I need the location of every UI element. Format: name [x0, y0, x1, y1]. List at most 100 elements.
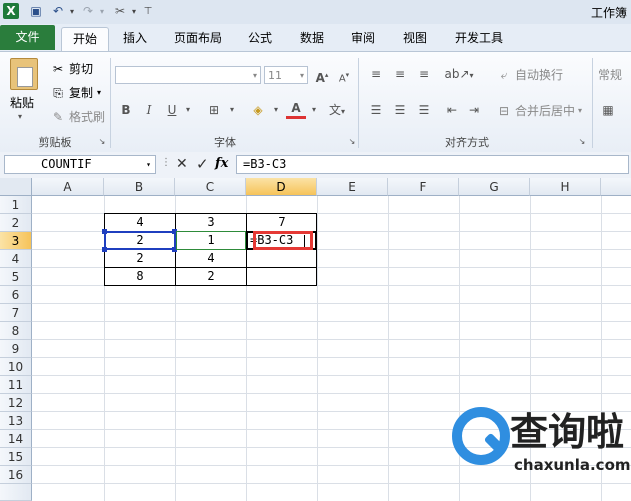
- tab-file[interactable]: 文件: [0, 25, 55, 50]
- window-title: 工作簿: [590, 6, 627, 20]
- row-header-11[interactable]: 11: [0, 376, 32, 394]
- tab-page-layout[interactable]: 页面布局: [168, 27, 228, 50]
- format-painter-button[interactable]: ✎ 格式刷: [50, 108, 105, 125]
- tab-data[interactable]: 数据: [292, 27, 332, 50]
- cell-c5[interactable]: 2: [176, 268, 246, 285]
- row-header-7[interactable]: 7: [0, 304, 32, 322]
- gridline: [32, 339, 631, 340]
- font-color-button[interactable]: A: [286, 100, 306, 119]
- tab-view[interactable]: 视图: [395, 27, 435, 50]
- group-separator: [358, 58, 359, 148]
- column-header-h[interactable]: H: [530, 178, 601, 196]
- borders-dropdown-icon[interactable]: ▾: [222, 100, 242, 120]
- row-header-12[interactable]: 12: [0, 394, 32, 412]
- align-left-icon[interactable]: ☰: [366, 100, 386, 120]
- row-header-4[interactable]: 4: [0, 250, 32, 268]
- column-header-e[interactable]: E: [317, 178, 388, 196]
- number-format-combo[interactable]: 常规: [598, 66, 622, 83]
- copy-button[interactable]: ⎘ 复制 ▾: [50, 84, 101, 101]
- tab-developer[interactable]: 开发工具: [448, 27, 510, 50]
- row-header-3[interactable]: 3: [0, 232, 32, 250]
- cell-c2[interactable]: 3: [176, 214, 246, 231]
- align-middle-icon[interactable]: ≡: [390, 64, 410, 84]
- cut-button[interactable]: ✂ 剪切: [50, 60, 93, 77]
- row-header-1[interactable]: 1: [0, 196, 32, 214]
- phonetic-button[interactable]: 文▾: [324, 100, 350, 120]
- align-bottom-icon[interactable]: ≡: [414, 64, 434, 84]
- insert-function-icon[interactable]: fx: [215, 156, 228, 171]
- bold-button[interactable]: B: [116, 100, 136, 120]
- font-size-combo[interactable]: 11 ▾: [264, 66, 308, 84]
- wrap-text-button[interactable]: ⤶ 自动换行: [496, 66, 563, 83]
- shrink-font-button[interactable]: A▾: [334, 65, 354, 85]
- column-header-d[interactable]: D: [246, 178, 317, 196]
- align-right-icon[interactable]: ☰: [414, 100, 434, 120]
- row-header-16[interactable]: 16: [0, 466, 32, 484]
- grow-font-button[interactable]: A▴: [312, 65, 332, 85]
- row-header-13[interactable]: 13: [0, 412, 32, 430]
- copy-dropdown-icon[interactable]: ▾: [97, 88, 101, 97]
- column-header-f[interactable]: F: [388, 178, 459, 196]
- tab-insert[interactable]: 插入: [113, 27, 157, 50]
- column-header-b[interactable]: B: [104, 178, 175, 196]
- underline-dropdown-icon[interactable]: ▾: [178, 100, 198, 120]
- cancel-icon[interactable]: ✕: [176, 156, 188, 172]
- align-center-icon[interactable]: ☰: [390, 100, 410, 120]
- cell-b2[interactable]: 4: [105, 214, 175, 231]
- redo-dropdown-icon[interactable]: ▾: [94, 3, 110, 19]
- resize-handle-icon[interactable]: ⋮: [161, 157, 171, 172]
- row-header-14[interactable]: 14: [0, 430, 32, 448]
- tab-review[interactable]: 审阅: [343, 27, 383, 50]
- paste-dropdown-icon[interactable]: ▾: [18, 112, 22, 121]
- group-separator: [592, 58, 593, 148]
- cell-b3[interactable]: 2: [105, 232, 175, 249]
- gridline: [32, 483, 631, 484]
- font-launcher-icon[interactable]: ↘: [342, 132, 362, 152]
- row-header-17[interactable]: [0, 484, 32, 501]
- alignment-launcher-icon[interactable]: ↘: [572, 132, 592, 152]
- row-header-2[interactable]: 2: [0, 214, 32, 232]
- cell-b5[interactable]: 8: [105, 268, 175, 285]
- cell-c4[interactable]: 4: [176, 250, 246, 267]
- save-icon[interactable]: ▣: [28, 3, 44, 19]
- row-header-8[interactable]: 8: [0, 322, 32, 340]
- excel-logo-icon[interactable]: X: [3, 3, 19, 19]
- chevron-down-icon: ▾: [578, 106, 583, 115]
- select-all-button[interactable]: [0, 178, 32, 196]
- decrease-indent-icon[interactable]: ⇤: [442, 100, 462, 120]
- tab-home[interactable]: 开始: [61, 27, 109, 51]
- increase-indent-icon[interactable]: ⇥: [464, 100, 484, 120]
- column-header-a[interactable]: A: [32, 178, 104, 196]
- undo-dropdown-icon[interactable]: ▾: [64, 3, 80, 19]
- watermark-url: chaxunla.com: [514, 456, 631, 474]
- row-header-10[interactable]: 10: [0, 358, 32, 376]
- row-header-6[interactable]: 6: [0, 286, 32, 304]
- currency-icon[interactable]: ▦: [598, 100, 618, 120]
- font-name-combo[interactable]: ▾: [115, 66, 261, 84]
- fill-color-icon[interactable]: ◈: [248, 100, 268, 120]
- paste-button[interactable]: 粘贴: [10, 94, 34, 111]
- formula-input[interactable]: =B3-C3: [236, 155, 629, 174]
- font-color-dropdown-icon[interactable]: ▾: [304, 100, 324, 120]
- orientation-button[interactable]: ab↗▾: [444, 64, 474, 84]
- row-header-9[interactable]: 9: [0, 340, 32, 358]
- row-header-5[interactable]: 5: [0, 268, 32, 286]
- column-header-c[interactable]: C: [175, 178, 246, 196]
- paste-icon[interactable]: [10, 58, 38, 90]
- italic-button[interactable]: I: [139, 100, 159, 120]
- cell-b4[interactable]: 2: [105, 250, 175, 267]
- tab-formulas[interactable]: 公式: [240, 27, 280, 50]
- name-box[interactable]: COUNTIF ▾: [4, 155, 156, 174]
- merge-center-button[interactable]: ⊟ 合并后居中 ▾: [496, 102, 582, 119]
- align-top-icon[interactable]: ≡: [366, 64, 386, 84]
- row-header-15[interactable]: 15: [0, 448, 32, 466]
- column-header-i[interactable]: [601, 178, 631, 196]
- cell-d2[interactable]: 7: [247, 214, 317, 231]
- clipboard-launcher-icon[interactable]: ↘: [92, 132, 112, 152]
- column-header-g[interactable]: G: [459, 178, 530, 196]
- fill-dropdown-icon[interactable]: ▾: [266, 100, 286, 120]
- cell-c3[interactable]: 1: [176, 232, 246, 249]
- customize-qat-icon[interactable]: ⊤: [140, 3, 156, 19]
- borders-icon[interactable]: ⊞: [204, 100, 224, 120]
- enter-icon[interactable]: ✓: [196, 155, 209, 173]
